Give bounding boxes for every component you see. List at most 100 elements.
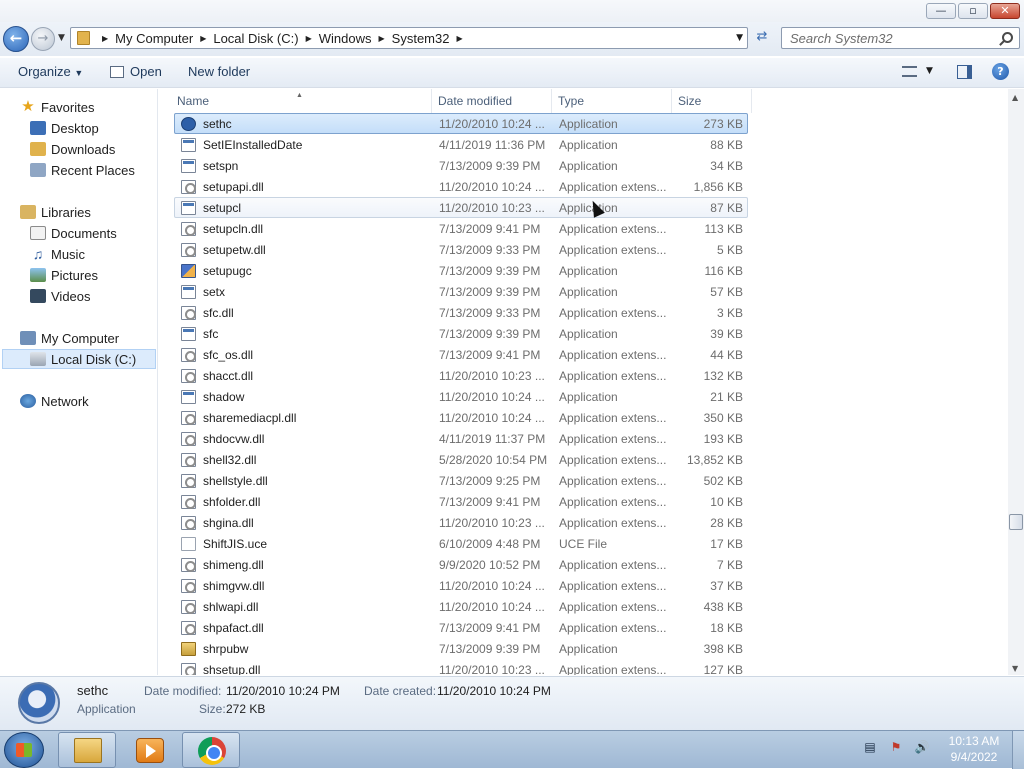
file-row[interactable]: shimgvw.dll 11/20/2010 10:24 ... Applicati…	[174, 575, 748, 596]
breadcrumb-separator[interactable]: ▶	[306, 34, 312, 43]
file-row[interactable]: setupapi.dll 11/20/2010 10:24 ... Applicat…	[174, 176, 748, 197]
nav-recent-places[interactable]: Recent Places	[30, 160, 135, 180]
search-icon[interactable]	[1002, 32, 1013, 43]
file-row[interactable]: setx 7/13/2009 9:39 PM Application 57 KB	[174, 281, 748, 302]
recent-locations-dropdown[interactable]: ▼	[58, 33, 65, 43]
file-row[interactable]: shimeng.dll 9/9/2020 10:52 PM Application …	[174, 554, 748, 575]
file-date-modified: 7/13/2009 9:25 PM	[439, 473, 541, 488]
start-button[interactable]	[4, 732, 44, 768]
volume-icon[interactable]: 🔊	[914, 739, 930, 755]
file-row[interactable]: sfc_os.dll 7/13/2009 9:41 PM Application e…	[174, 344, 748, 365]
file-row[interactable]: shlwapi.dll 11/20/2010 10:24 ... Applicati…	[174, 596, 748, 617]
nav-documents[interactable]: Documents	[30, 223, 117, 243]
file-name: shadow	[203, 389, 245, 404]
recent-places-icon	[30, 163, 46, 177]
file-name: sfc.dll	[203, 305, 234, 320]
file-row[interactable]: shdocvw.dll 4/11/2019 11:37 PM Application…	[174, 428, 748, 449]
scroll-down-icon[interactable]: ▼	[1012, 664, 1018, 673]
breadcrumb-separator[interactable]: ▶	[456, 34, 462, 43]
chevron-down-icon[interactable]: ▼	[736, 33, 743, 43]
nav-favorites[interactable]: ★ Favorites	[20, 97, 94, 117]
file-icon	[181, 536, 196, 551]
change-view-icon[interactable]	[902, 66, 917, 77]
file-type: Application	[559, 158, 618, 173]
file-row[interactable]: setupetw.dll 7/13/2009 9:33 PM Application…	[174, 239, 748, 260]
search-input[interactable]: Search System32	[781, 27, 1020, 49]
open-button[interactable]: Open	[110, 64, 162, 79]
action-center-icon[interactable]: ⚑	[888, 739, 904, 755]
file-row[interactable]: sfc.dll 7/13/2009 9:33 PM Application exte…	[174, 302, 748, 323]
nav-my-computer[interactable]: My Computer	[20, 328, 119, 348]
taskbar-explorer-button[interactable]	[58, 732, 116, 768]
breadcrumb-separator[interactable]: ▶	[102, 34, 108, 43]
file-row[interactable]: SetIEInstalledDate 4/11/2019 11:36 PM Appl…	[174, 134, 748, 155]
nav-local-disk[interactable]: Local Disk (C:)	[30, 349, 136, 369]
column-header-date-modified[interactable]: Date modified	[432, 89, 552, 113]
maximize-button[interactable]: ▫	[958, 3, 988, 19]
breadcrumb-my-computer[interactable]: My Computer	[115, 31, 193, 46]
nav-network[interactable]: Network	[20, 391, 89, 411]
file-row[interactable]: shfolder.dll 7/13/2009 9:41 PM Application…	[174, 491, 748, 512]
clock[interactable]: 10:13 AM 9/4/2022	[942, 733, 1006, 765]
file-date-modified: 9/9/2020 10:52 PM	[439, 557, 541, 572]
minimize-button[interactable]: —	[926, 3, 956, 19]
file-row[interactable]: shacct.dll 11/20/2010 10:23 ... Applicatio…	[174, 365, 748, 386]
file-date-modified: 11/20/2010 10:23 ...	[439, 200, 545, 215]
nav-libraries[interactable]: Libraries	[20, 202, 91, 222]
network-tray-icon[interactable]: ▤	[862, 739, 878, 755]
breadcrumb-system32[interactable]: System32	[392, 31, 450, 46]
preview-pane-icon[interactable]	[957, 65, 972, 79]
file-row[interactable]: shadow 11/20/2010 10:24 ... Application 21 …	[174, 386, 748, 407]
nav-videos[interactable]: Videos	[30, 286, 91, 306]
scrollbar-thumb[interactable]	[1009, 514, 1023, 530]
column-header-name[interactable]: ▲ Name	[160, 89, 432, 113]
file-date-modified: 7/13/2009 9:39 PM	[439, 284, 541, 299]
file-row[interactable]: shgina.dll 11/20/2010 10:23 ... Applicatio…	[174, 512, 748, 533]
help-icon[interactable]: ?	[992, 63, 1009, 80]
column-header-type[interactable]: Type	[552, 89, 672, 113]
taskbar-media-player-button[interactable]	[120, 732, 178, 768]
chevron-down-icon[interactable]: ▼	[926, 66, 933, 76]
file-list: ▲ Name Date modified Type Size sethc 11/20…	[160, 89, 1008, 675]
breadcrumb-windows[interactable]: Windows	[319, 31, 372, 46]
file-row[interactable]: setspn 7/13/2009 9:39 PM Application 34 KB	[174, 155, 748, 176]
file-row[interactable]: sharemediacpl.dll 11/20/2010 10:24 ... App…	[174, 407, 748, 428]
file-date-modified: 7/13/2009 9:41 PM	[439, 221, 541, 236]
back-button[interactable]: ←	[3, 26, 29, 52]
vertical-scrollbar[interactable]: ▲ ▼	[1008, 89, 1024, 675]
dll-icon	[181, 473, 196, 488]
taskbar-chrome-button[interactable]	[182, 732, 240, 768]
file-row[interactable]: shellstyle.dll 7/13/2009 9:25 PM Applicati…	[174, 470, 748, 491]
breadcrumb-local-disk[interactable]: Local Disk (C:)	[213, 31, 298, 46]
file-row[interactable]: shsetup.dll 11/20/2010 10:23 ... Applicati…	[174, 659, 748, 675]
file-row[interactable]: shrpubw 7/13/2009 9:39 PM Application 398 K…	[174, 638, 748, 659]
file-row[interactable]: sethc 11/20/2010 10:24 ... Application 273 …	[174, 113, 748, 134]
file-row[interactable]: setupcln.dll 7/13/2009 9:41 PM Application…	[174, 218, 748, 239]
forward-button[interactable]: →	[31, 27, 55, 51]
address-bar[interactable]: ▶ My Computer ▶ Local Disk (C:) ▶ Window…	[70, 27, 748, 49]
file-date-modified: 6/10/2009 4:48 PM	[439, 536, 541, 551]
breadcrumb-separator[interactable]: ▶	[379, 34, 385, 43]
column-header-size[interactable]: Size	[672, 89, 752, 113]
nav-desktop[interactable]: Desktop	[30, 118, 99, 138]
new-folder-button[interactable]: New folder	[188, 64, 250, 79]
file-row[interactable]: shpafact.dll 7/13/2009 9:41 PM Application…	[174, 617, 748, 638]
nav-music[interactable]: ♫ Music	[30, 244, 85, 264]
file-row[interactable]: sfc 7/13/2009 9:39 PM Application 39 KB	[174, 323, 748, 344]
file-size: 44 KB	[710, 347, 743, 362]
dll-icon	[181, 179, 196, 194]
file-row[interactable]: setupugc 7/13/2009 9:39 PM Application 116 …	[174, 260, 748, 281]
close-button[interactable]: ✕	[990, 3, 1020, 19]
file-size: 127 KB	[703, 662, 743, 676]
nav-downloads[interactable]: Downloads	[30, 139, 115, 159]
nav-pictures[interactable]: Pictures	[30, 265, 98, 285]
scroll-up-icon[interactable]: ▲	[1012, 93, 1018, 102]
file-row[interactable]: setupcl 11/20/2010 10:23 ... Application 87…	[174, 197, 748, 218]
file-row[interactable]: ShiftJIS.uce 6/10/2009 4:48 PM UCE File 17 …	[174, 533, 748, 554]
breadcrumb-separator[interactable]: ▶	[200, 34, 206, 43]
organize-button[interactable]: Organize ▼	[18, 64, 83, 79]
file-row[interactable]: shell32.dll 5/28/2020 10:54 PM Application…	[174, 449, 748, 470]
file-size: 193 KB	[703, 431, 743, 446]
refresh-icon[interactable]: ⇄	[752, 29, 772, 47]
show-desktop-button[interactable]	[1012, 731, 1024, 769]
